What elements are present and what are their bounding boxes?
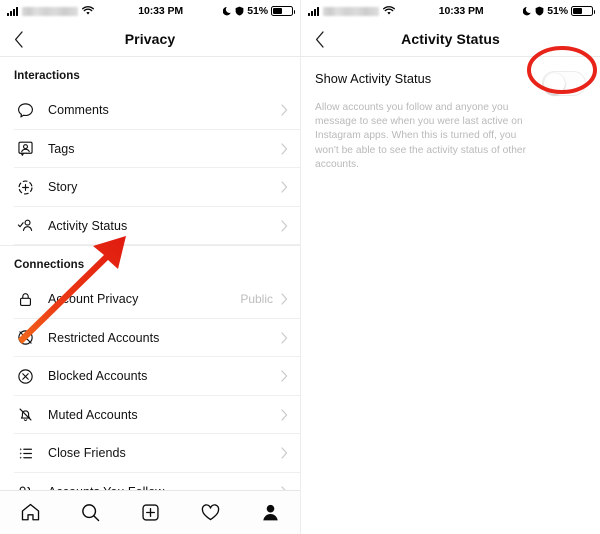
list-item-activity-status[interactable]: Activity Status bbox=[0, 206, 300, 245]
chevron-right-icon bbox=[281, 143, 288, 155]
list-item-label: Activity Status bbox=[48, 218, 128, 233]
chevron-right-icon bbox=[281, 181, 288, 193]
status-bar-time: 10:33 PM bbox=[438, 5, 484, 17]
status-bar-left-group bbox=[308, 6, 395, 16]
bottom-tab-bar bbox=[0, 490, 300, 534]
lock-icon bbox=[14, 288, 36, 310]
status-bar-right-group: 51% bbox=[523, 5, 595, 17]
list-item-muted-accounts[interactable]: Muted Accounts bbox=[0, 395, 300, 434]
restricted-person-icon bbox=[14, 327, 36, 349]
do-not-disturb-moon-icon bbox=[523, 7, 532, 16]
wifi-icon bbox=[82, 6, 94, 15]
chevron-left-icon bbox=[14, 30, 23, 48]
list-item-blocked-accounts[interactable]: Blocked Accounts bbox=[0, 357, 300, 396]
chevron-right-icon bbox=[281, 104, 288, 116]
status-bar-left-group bbox=[7, 6, 94, 16]
muted-bell-icon bbox=[14, 404, 36, 426]
activity-status-setting-block: Show Activity Status Allow accounts you … bbox=[301, 57, 600, 172]
nav-bar-privacy: Privacy bbox=[0, 22, 300, 57]
toggle-knob bbox=[544, 73, 565, 94]
home-icon[interactable] bbox=[13, 496, 47, 530]
status-bar-right-group: 51% bbox=[223, 5, 295, 17]
carrier-name-redacted bbox=[323, 6, 379, 16]
list-item-story[interactable]: Story bbox=[0, 168, 300, 207]
chevron-right-icon bbox=[281, 220, 288, 232]
list-item-close-friends[interactable]: Close Friends bbox=[0, 434, 300, 473]
profile-icon[interactable] bbox=[253, 496, 287, 530]
list-item-restricted-accounts[interactable]: Restricted Accounts bbox=[0, 318, 300, 357]
dual-screenshot-container: 10:33 PM 51% Privacy Interactions Commen… bbox=[0, 0, 600, 534]
carrier-name-redacted bbox=[22, 6, 78, 16]
list-item-tags[interactable]: Tags bbox=[0, 129, 300, 168]
close-friends-list-icon bbox=[14, 442, 36, 464]
chevron-right-icon bbox=[281, 332, 288, 344]
page-title: Activity Status bbox=[401, 31, 500, 47]
chevron-right-icon bbox=[281, 447, 288, 459]
chevron-right-icon bbox=[281, 370, 288, 382]
list-item-label: Restricted Accounts bbox=[48, 330, 160, 345]
list-item-account-privacy[interactable]: Account Privacy Public bbox=[0, 280, 300, 319]
list-item-label: Close Friends bbox=[48, 446, 126, 461]
battery-percent-label: 51% bbox=[247, 5, 268, 17]
status-bar-right: 10:33 PM 51% bbox=[301, 0, 600, 22]
story-plus-circle-icon bbox=[14, 176, 36, 198]
signal-bars-icon bbox=[7, 6, 18, 16]
left-screen-privacy: 10:33 PM 51% Privacy Interactions Commen… bbox=[0, 0, 300, 534]
activity-status-person-check-icon bbox=[14, 215, 36, 237]
list-item-label: Account Privacy bbox=[48, 292, 139, 307]
list-item-label: Tags bbox=[48, 141, 75, 156]
chevron-right-icon bbox=[281, 409, 288, 421]
status-bar-time: 10:33 PM bbox=[138, 5, 183, 17]
show-activity-status-toggle[interactable] bbox=[542, 71, 586, 96]
activity-heart-icon[interactable] bbox=[193, 496, 227, 530]
search-icon[interactable] bbox=[73, 496, 107, 530]
list-item-comments[interactable]: Comments bbox=[0, 91, 300, 130]
lock-rotation-icon bbox=[235, 6, 244, 16]
chevron-left-icon bbox=[315, 30, 324, 48]
battery-percent-label: 51% bbox=[547, 5, 568, 17]
privacy-settings-list: Interactions Comments Tags Story Activit… bbox=[0, 57, 300, 511]
back-button[interactable] bbox=[8, 28, 30, 50]
signal-bars-icon bbox=[308, 6, 319, 16]
lock-rotation-icon bbox=[535, 6, 544, 16]
list-item-label: Blocked Accounts bbox=[48, 369, 148, 384]
section-header-connections: Connections bbox=[0, 245, 300, 280]
tag-photo-icon bbox=[14, 138, 36, 160]
add-post-icon[interactable] bbox=[133, 496, 167, 530]
right-screen-activity-status: 10:33 PM 51% Activity Status Show Activi… bbox=[300, 0, 600, 534]
list-item-label: Comments bbox=[48, 103, 109, 118]
setting-row: Show Activity Status bbox=[315, 70, 586, 96]
battery-icon bbox=[271, 6, 295, 16]
do-not-disturb-moon-icon bbox=[223, 7, 232, 16]
status-bar-left: 10:33 PM 51% bbox=[0, 0, 300, 22]
list-item-label: Muted Accounts bbox=[48, 407, 138, 422]
section-header-interactions: Interactions bbox=[14, 70, 80, 82]
setting-description: Allow accounts you follow and anyone you… bbox=[315, 102, 527, 170]
setting-title: Show Activity Status bbox=[315, 71, 432, 86]
comment-bubble-icon bbox=[14, 99, 36, 121]
account-privacy-value: Public bbox=[240, 292, 273, 307]
back-button[interactable] bbox=[309, 28, 331, 50]
nav-bar-activity-status: Activity Status bbox=[301, 22, 600, 57]
setting-text-group: Show Activity Status bbox=[315, 70, 431, 86]
blocked-x-circle-icon bbox=[14, 365, 36, 387]
wifi-icon bbox=[383, 6, 395, 15]
page-title: Privacy bbox=[124, 31, 176, 47]
chevron-right-icon bbox=[281, 293, 288, 305]
battery-icon bbox=[571, 6, 595, 16]
list-item-label: Story bbox=[48, 180, 78, 195]
